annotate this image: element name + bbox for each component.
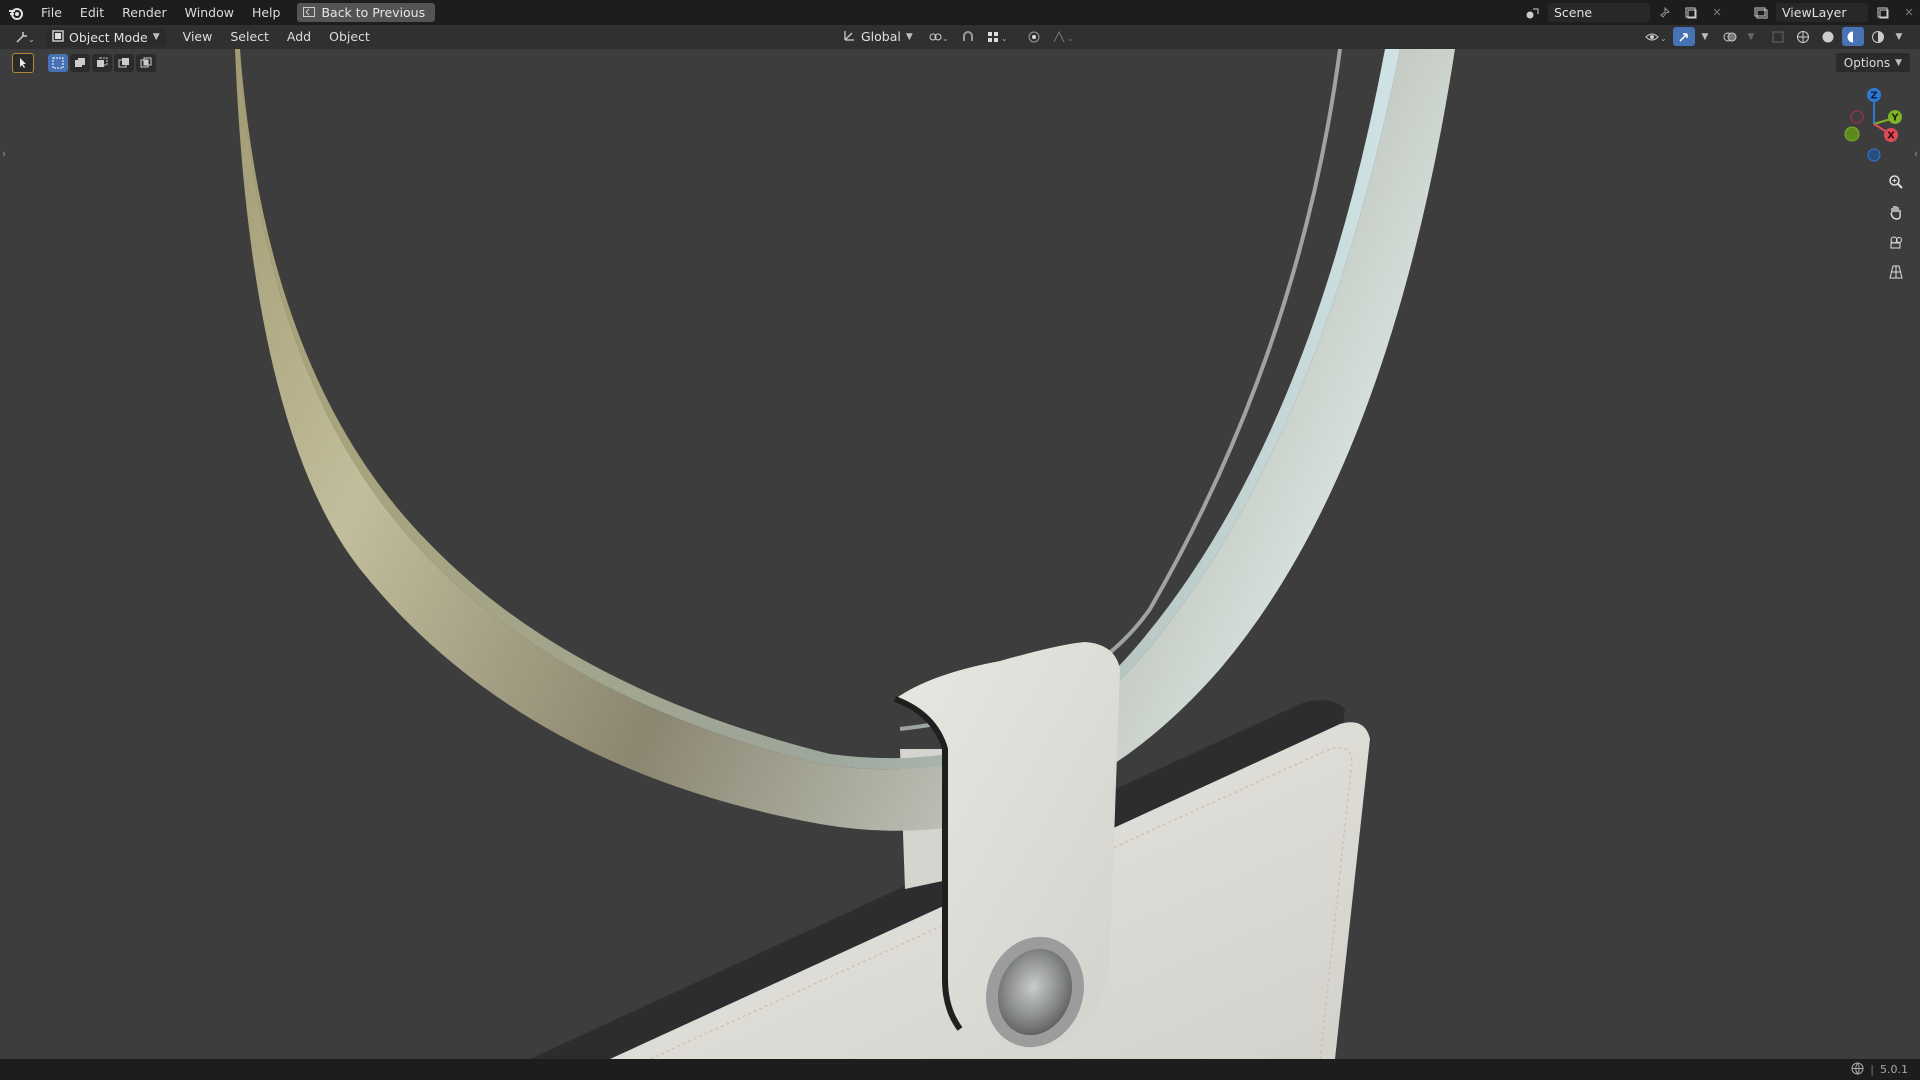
object-mode-icon [52, 29, 64, 45]
ring-highlight [899, 49, 1342, 731]
new-view-layer-icon[interactable] [1872, 3, 1894, 22]
back-to-previous-label: Back to Previous [321, 5, 426, 20]
transform-controls: Global ▼ ⌄ ⌄ ⌄ [836, 27, 1077, 46]
transform-orientation-dropdown[interactable]: Global ▼ [836, 27, 919, 46]
svg-text:⌄: ⌄ [28, 35, 35, 44]
zoom-icon[interactable] [1884, 170, 1908, 194]
top-right-controls: Scene ✕ ViewLayer ✕ [1522, 0, 1920, 25]
select-box-invert-icon[interactable] [114, 54, 134, 72]
overlays-toggle-icon[interactable] [1719, 27, 1741, 46]
material-preview-shading-icon[interactable] [1842, 27, 1864, 46]
xray-toggle-icon[interactable] [1767, 27, 1789, 46]
menu-select[interactable]: Select [221, 25, 278, 49]
pivot-point-icon[interactable]: ⌄ [923, 27, 953, 46]
gizmo-neg-z[interactable] [1867, 148, 1881, 162]
globe-icon [1851, 1062, 1864, 1078]
mode-label: Object Mode [69, 29, 148, 45]
back-icon [303, 5, 316, 20]
mode-selector[interactable]: Object Mode ▼ [46, 27, 166, 47]
chevron-down-icon: ▼ [152, 32, 160, 42]
rendered-shading-icon[interactable] [1867, 27, 1889, 46]
menu-help[interactable]: Help [243, 0, 290, 25]
gizmo-y-label: Y [1890, 113, 1899, 124]
remove-view-layer-icon[interactable]: ✕ [1898, 3, 1920, 22]
version-label: 5.0.1 [1880, 1063, 1908, 1076]
shading-dropdown-icon[interactable]: ▼ [1892, 27, 1906, 46]
orientation-label: Global [861, 29, 901, 44]
wireframe-shading-icon[interactable] [1792, 27, 1814, 46]
gizmo-neg-y[interactable] [1844, 126, 1860, 142]
3d-viewport[interactable]: › ‹ [0, 49, 1920, 1059]
status-bar: | 5.0.1 [0, 1059, 1920, 1080]
new-scene-icon[interactable] [1680, 3, 1702, 22]
select-box-subtract-icon[interactable] [92, 54, 112, 72]
toolbar-expand-icon[interactable]: › [2, 149, 6, 160]
camera-view-icon[interactable] [1884, 230, 1908, 254]
blender-logo-icon[interactable] [0, 0, 32, 25]
navigation-gizmo[interactable]: Z Y X [1842, 86, 1906, 162]
top-bar: File Edit Render Window Help Back to Pre… [0, 0, 1920, 25]
chevron-down-icon: ▼ [905, 31, 913, 42]
viewport-display-controls: ⌄ ▼ ▼ ▼ [1642, 27, 1906, 46]
svg-text:⌄: ⌄ [942, 34, 949, 43]
snap-target-icon[interactable]: ⌄ [983, 27, 1011, 46]
pin-icon[interactable] [1654, 3, 1676, 22]
options-dropdown[interactable]: Options ▼ [1835, 53, 1910, 72]
select-box-new-icon[interactable] [48, 54, 68, 72]
gizmo-x-label: X [1887, 131, 1895, 142]
menu-file[interactable]: File [32, 0, 71, 25]
scene-render [235, 49, 1455, 1059]
select-box-extend-icon[interactable] [70, 54, 90, 72]
chevron-down-icon: ▼ [1895, 57, 1902, 68]
back-to-previous-button[interactable]: Back to Previous [297, 3, 436, 22]
menu-add[interactable]: Add [278, 25, 320, 49]
gizmo-dropdown-icon[interactable]: ▼ [1698, 27, 1712, 46]
select-box-intersect-icon[interactable] [136, 54, 156, 72]
gizmo-neg-x[interactable] [1850, 110, 1864, 124]
orientation-axes-icon [842, 28, 856, 45]
menu-view[interactable]: View [174, 25, 222, 49]
svg-text:⌄: ⌄ [1001, 34, 1008, 43]
editor-type-icon[interactable]: ⌄ [10, 28, 40, 47]
view-layer-name: ViewLayer [1782, 5, 1847, 20]
viewport-header: ⌄ Object Mode ▼ View Select Add Object G… [0, 25, 1920, 49]
status-divider: | [1870, 1063, 1874, 1076]
visibility-icon[interactable]: ⌄ [1642, 27, 1670, 46]
tool-row [12, 53, 156, 73]
remove-scene-icon[interactable]: ✕ [1706, 3, 1728, 22]
select-tool-icon[interactable] [12, 53, 34, 73]
svg-text:⌄: ⌄ [1660, 34, 1667, 43]
pan-hand-icon[interactable] [1884, 200, 1908, 224]
menu-edit[interactable]: Edit [71, 0, 113, 25]
perspective-grid-icon[interactable] [1884, 260, 1908, 284]
proportional-editing-icon[interactable] [1023, 27, 1045, 46]
gizmo-toggle-icon[interactable] [1673, 27, 1695, 46]
scene-selector-icon[interactable] [1522, 3, 1544, 22]
sidebar-expand-icon[interactable]: ‹ [1914, 149, 1918, 160]
options-label: Options [1843, 55, 1891, 70]
menu-object[interactable]: Object [320, 25, 379, 49]
menu-render[interactable]: Render [113, 0, 176, 25]
falloff-icon[interactable]: ⌄ [1049, 27, 1077, 46]
menu-window[interactable]: Window [176, 0, 243, 25]
solid-shading-icon[interactable] [1817, 27, 1839, 46]
svg-text:⌄: ⌄ [1067, 34, 1074, 43]
scene-name-field[interactable]: Scene [1548, 3, 1650, 22]
overlays-dropdown-icon[interactable]: ▼ [1744, 27, 1758, 46]
gizmo-z-label: Z [1870, 91, 1877, 102]
snap-toggle-icon[interactable] [957, 27, 979, 46]
view-layer-icon[interactable] [1750, 3, 1772, 22]
view-layer-field[interactable]: ViewLayer [1776, 3, 1868, 22]
scene-name: Scene [1554, 5, 1593, 20]
